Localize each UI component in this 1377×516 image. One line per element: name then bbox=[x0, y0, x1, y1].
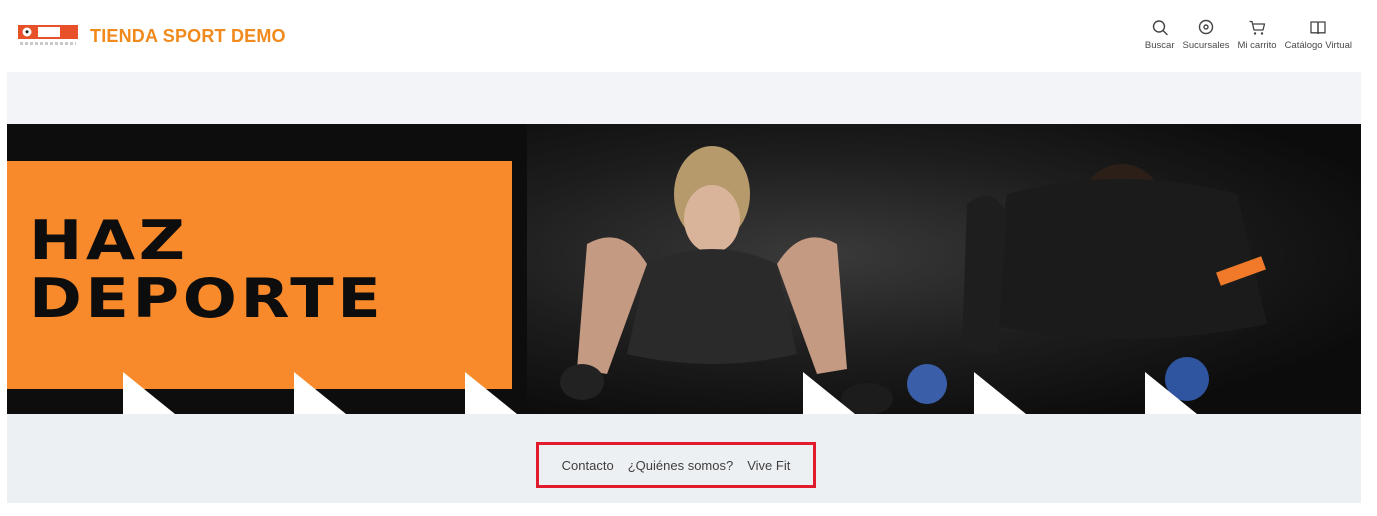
top-band bbox=[7, 72, 1361, 124]
athletes-illustration bbox=[560, 146, 1267, 414]
decorative-triangle bbox=[803, 372, 855, 414]
footer-link-vive-fit[interactable]: Vive Fit bbox=[747, 458, 790, 473]
book-icon bbox=[1310, 21, 1326, 35]
nav-branches-label: Sucursales bbox=[1182, 40, 1230, 51]
cart-icon bbox=[1249, 20, 1266, 35]
decorative-triangle bbox=[465, 372, 517, 414]
footer-link-contacto[interactable]: Contacto bbox=[562, 458, 614, 473]
brand-name[interactable]: TIENDA SPORT DEMO bbox=[90, 26, 286, 47]
footer-links-highlight: Contacto ¿Quiénes somos? Vive Fit bbox=[536, 442, 816, 488]
decorative-triangle bbox=[1145, 372, 1197, 414]
decorative-triangle bbox=[974, 372, 1026, 414]
hero-title-line1: HAZ bbox=[29, 209, 189, 272]
hero-title-line2: DEPORTE bbox=[29, 267, 385, 330]
nav-search-label: Buscar bbox=[1144, 40, 1175, 51]
logo-tagline bbox=[20, 42, 76, 45]
nav-cart[interactable]: Mi carrito bbox=[1238, 19, 1277, 51]
brand[interactable]: TIENDA SPORT DEMO bbox=[18, 23, 286, 49]
store-logo[interactable] bbox=[18, 23, 78, 49]
soccer-ball-icon bbox=[22, 27, 32, 37]
footer-link-quienes-somos[interactable]: ¿Quiénes somos? bbox=[628, 458, 734, 473]
nav-catalog-label: Catálogo Virtual bbox=[1284, 40, 1352, 51]
hero-athletes-photo bbox=[527, 124, 1361, 414]
decorative-triangle bbox=[294, 372, 346, 414]
logo-text-box bbox=[38, 27, 60, 37]
nav-cart-label: Mi carrito bbox=[1237, 40, 1277, 51]
hero-banner[interactable]: HAZ DEPORTE bbox=[7, 124, 1361, 414]
nav-catalog[interactable]: Catálogo Virtual bbox=[1285, 19, 1352, 51]
hero-title: HAZ DEPORTE bbox=[29, 212, 384, 328]
site-header: TIENDA SPORT DEMO Buscar Sucursales Mi c… bbox=[0, 0, 1377, 72]
header-nav: Buscar Sucursales Mi carrito Catálogo Vi… bbox=[1145, 19, 1352, 51]
nav-branches[interactable]: Sucursales bbox=[1183, 19, 1230, 51]
decorative-triangle bbox=[123, 372, 175, 414]
nav-search[interactable]: Buscar bbox=[1145, 19, 1175, 51]
search-icon bbox=[1152, 20, 1168, 36]
location-pin-icon bbox=[1198, 19, 1214, 35]
